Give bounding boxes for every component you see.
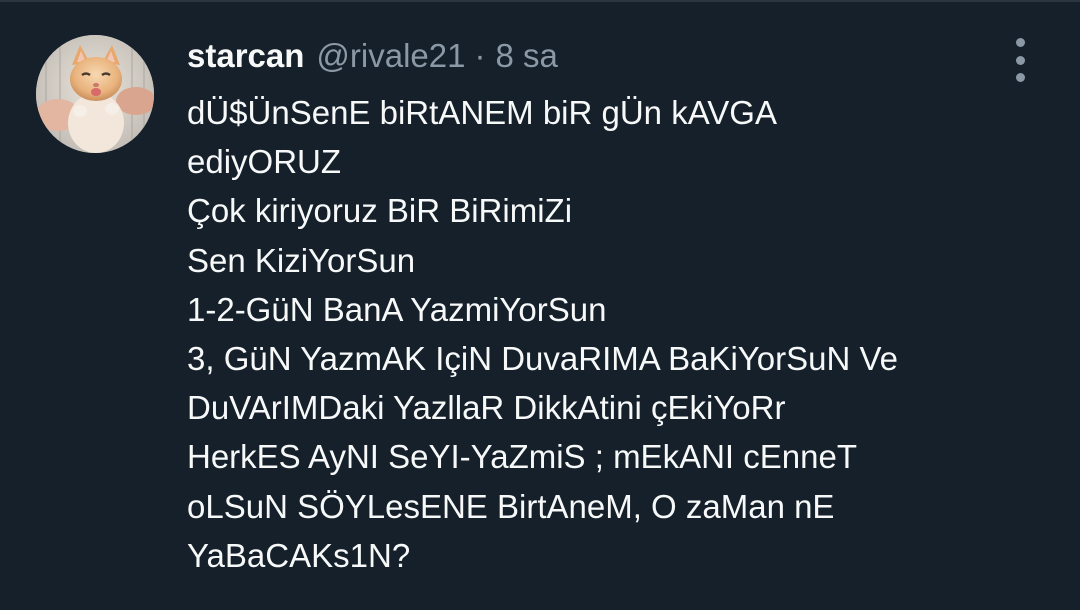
separator-dot: · (474, 37, 486, 74)
tweet-text-line: 3, GüN YazmAK IçiN DuvaRIMA BaKiYorSuN V… (187, 340, 899, 378)
tweet-text-line: HerkES AyNI SeYI-YaZmiS ; mEkANI cEnneT (187, 438, 857, 476)
kitten-avatar-image (36, 35, 154, 153)
more-dot (1015, 73, 1025, 82)
top-divider (0, 0, 1080, 2)
tweet-header: starcan @rivale21 · 8 sa (187, 36, 558, 76)
author-handle[interactable]: @rivale21 (316, 36, 465, 76)
tweet-text-line: dÜ$ÜnSenE biRtANEM biR gÜn kAVGA (187, 94, 777, 131)
tweet-text-line: 1-2-GüN BanA YazmiYorSun (187, 290, 607, 328)
tweet-text-line: oLSuN SÖYLesENE BirtAneM, O zaMan nE (187, 487, 835, 525)
timestamp[interactable]: 8 sa (495, 36, 557, 76)
more-vertical-icon[interactable] (1006, 38, 1034, 82)
tweet-text: dÜ$ÜnSenE biRtANEM biR gÜn kAVGA ediyORU… (187, 88, 1047, 580)
tweet-text-line: DuVArIMDaki YazllaR DikkAtini çEkiYoRr (187, 389, 786, 427)
tweet-text-line: Çok kiriyoruz BiR BiRimiZi (187, 192, 573, 230)
tweet-text-line: Sen KiziYorSun (187, 241, 416, 279)
more-dot (1015, 55, 1025, 65)
author-display-name[interactable]: starcan (187, 36, 304, 76)
more-dot (1015, 38, 1025, 47)
tweet-text-line: YaBaCAKs1N? (187, 536, 411, 574)
avatar[interactable] (36, 35, 154, 153)
tweet-text-line: ediyORUZ (187, 143, 342, 181)
